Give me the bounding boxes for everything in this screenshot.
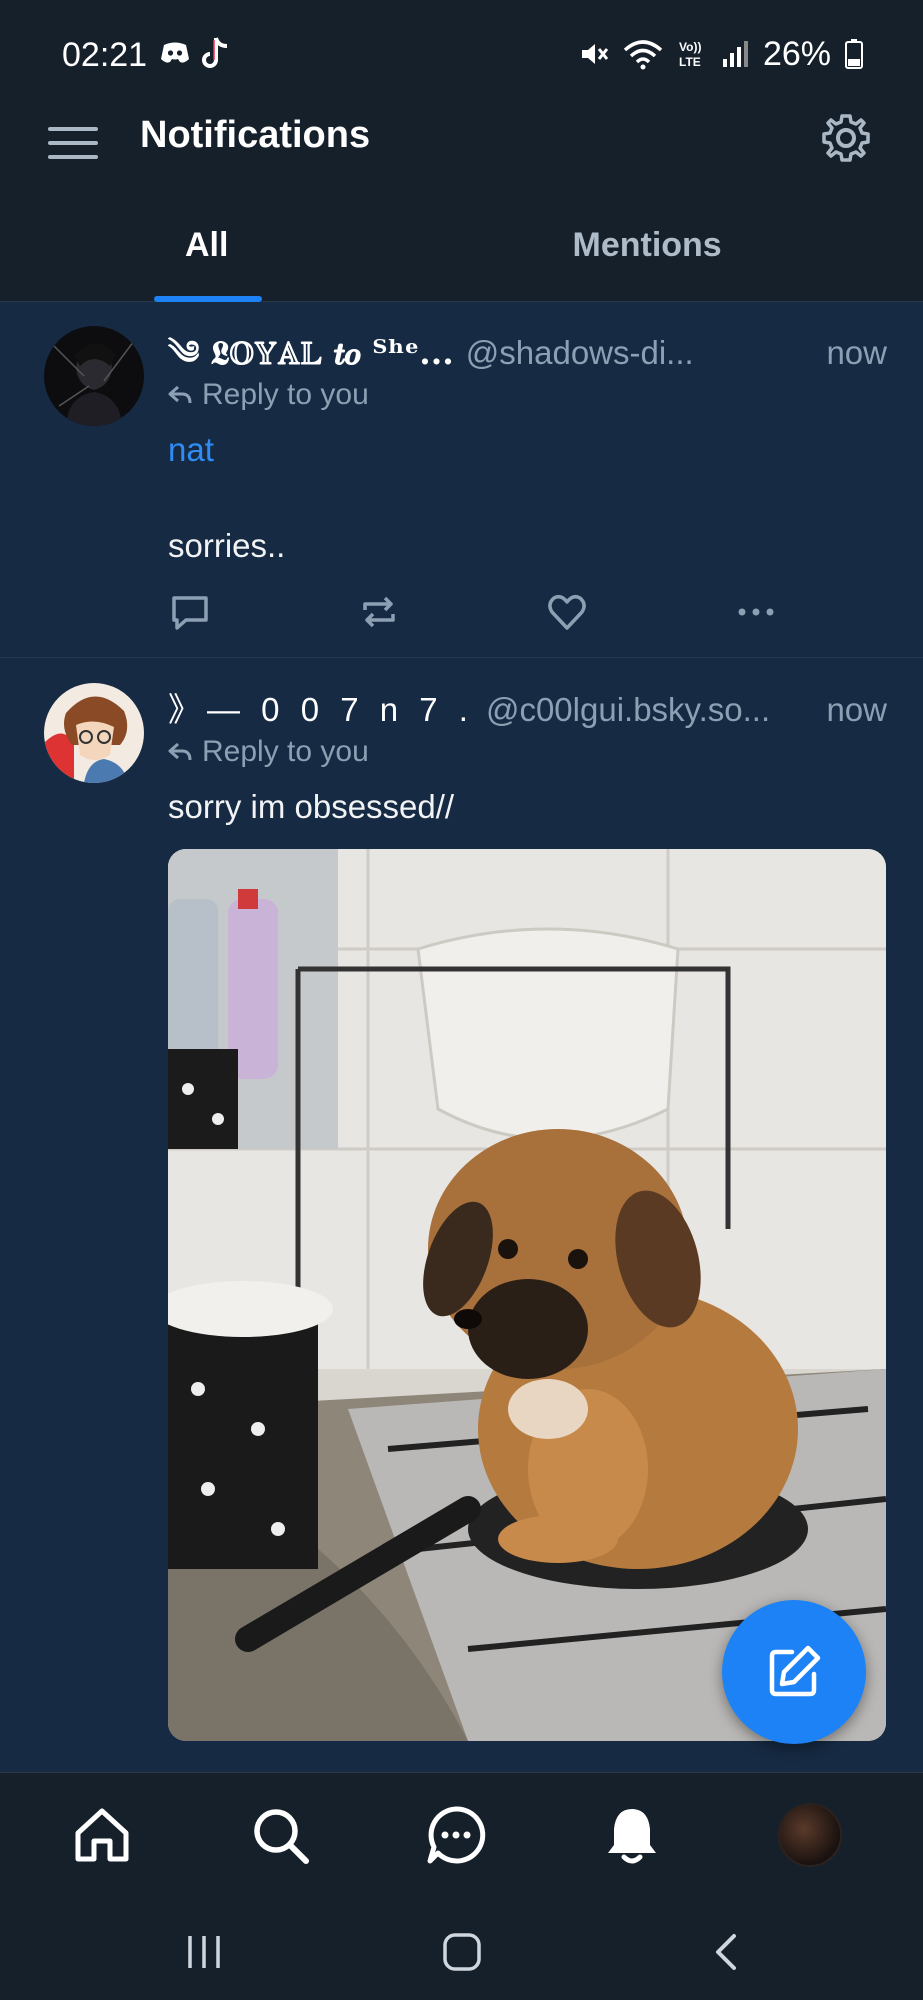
- tiktok-icon: [202, 37, 228, 68]
- reply-label: Reply to you: [202, 378, 369, 411]
- heart-icon[interactable]: [545, 590, 589, 634]
- repost-icon[interactable]: [357, 590, 401, 634]
- avatar[interactable]: [44, 326, 144, 426]
- timestamp: now: [826, 334, 887, 371]
- compose-icon: [769, 1645, 821, 1697]
- reply-arrow-icon: [168, 742, 192, 761]
- tab-mentions-label: Mentions: [572, 226, 722, 264]
- bell-icon[interactable]: [600, 1803, 664, 1867]
- notification-feed[interactable]: ༄ 𝕷𝕆𝕐𝔸𝕃 𝒕𝒐 ᵀʰᵉ... @shadows-di... now Rep…: [0, 302, 923, 1772]
- discord-icon: [161, 42, 189, 63]
- svg-text:Vo)): Vo)): [679, 40, 701, 54]
- tab-all-label: All: [185, 226, 229, 264]
- display-name[interactable]: 》— 0 0 7 n 7 .: [168, 683, 474, 731]
- reply-label: Reply to you: [202, 735, 369, 768]
- notification-header: 》— 0 0 7 n 7 . @c00lgui.bsky.so... now: [168, 683, 887, 731]
- page-title: Notifications: [140, 114, 371, 156]
- status-right-icons: Vo)) LTE 26%: [579, 34, 863, 74]
- system-nav-bar: [0, 1902, 923, 2000]
- reply-indicator: Reply to you: [168, 378, 369, 412]
- chat-icon[interactable]: [424, 1803, 488, 1867]
- post-actions: [168, 590, 778, 634]
- status-bar: 02:21 Vo)) LTE 26%: [0, 0, 923, 100]
- user-handle[interactable]: @shadows-di...: [466, 334, 817, 372]
- comment-icon[interactable]: [168, 590, 212, 634]
- home-button[interactable]: [442, 1932, 482, 1972]
- mute-icon: [581, 44, 609, 64]
- search-icon[interactable]: [248, 1803, 312, 1867]
- battery-icon: [845, 39, 863, 69]
- battery-percent: 26%: [762, 34, 831, 73]
- post-body: sorry im obsessed//: [168, 788, 455, 825]
- back-button[interactable]: [706, 1932, 746, 1972]
- profile-avatar[interactable]: [778, 1803, 842, 1867]
- wifi-icon: [623, 40, 663, 70]
- tab-mentions[interactable]: Mentions: [462, 202, 923, 301]
- signal-icon: [722, 41, 748, 67]
- post-body: sorries..: [168, 527, 286, 564]
- bottom-nav: [0, 1772, 923, 1902]
- mention-link[interactable]: nat: [168, 426, 887, 474]
- avatar[interactable]: [44, 683, 144, 783]
- menu-icon[interactable]: [48, 118, 98, 168]
- notification-tabs: All Mentions: [0, 202, 923, 302]
- more-options-icon[interactable]: [734, 590, 778, 634]
- tab-all[interactable]: All: [0, 202, 462, 302]
- volte-icon: Vo))LTE: [679, 40, 701, 69]
- recents-button[interactable]: [184, 1932, 224, 1972]
- user-handle[interactable]: @c00lgui.bsky.so...: [486, 691, 817, 729]
- compose-button[interactable]: [722, 1600, 866, 1744]
- home-icon[interactable]: [70, 1803, 134, 1867]
- reply-arrow-icon: [168, 385, 192, 404]
- reply-indicator: Reply to you: [168, 735, 369, 769]
- notification-item[interactable]: ༄ 𝕷𝕆𝕐𝔸𝕃 𝒕𝒐 ᵀʰᵉ... @shadows-di... now Rep…: [0, 302, 923, 658]
- status-time: 02:21: [62, 36, 148, 74]
- gear-icon[interactable]: [818, 110, 874, 166]
- svg-text:LTE: LTE: [679, 55, 701, 69]
- status-app-icons: [160, 36, 230, 70]
- post-text: nat sorries..: [168, 426, 887, 570]
- timestamp: now: [826, 691, 887, 728]
